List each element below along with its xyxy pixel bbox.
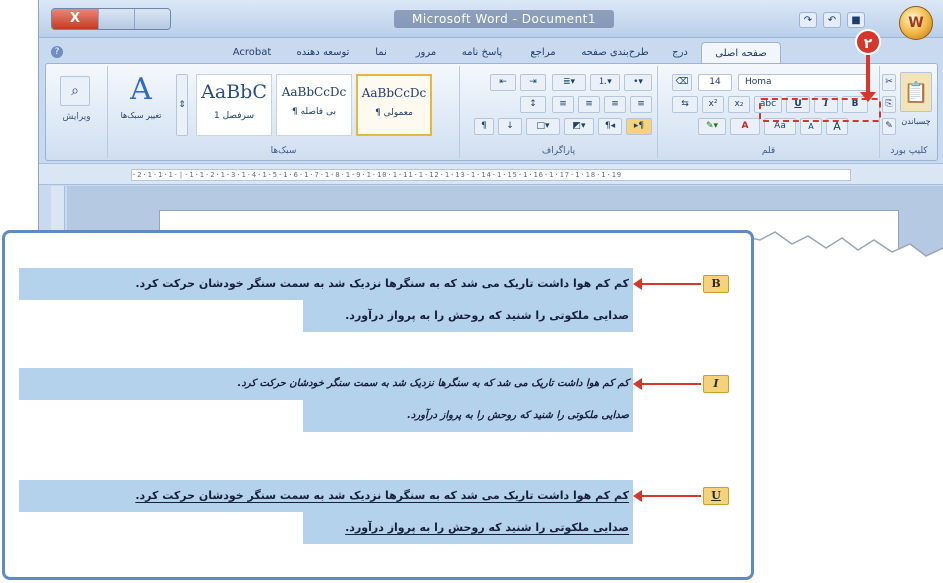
zoom-panel: B کم کم هوا داشت تاریک می شد که به سنگره…	[2, 230, 754, 580]
bold-line-1: کم کم هوا داشت تاریک می شد که به سنگرها …	[19, 268, 633, 300]
italic-line-1: کم کم هوا داشت تاریک می شد که به سنگرها …	[19, 368, 633, 400]
underline-line-2: صدایی ملکوتی را شنید که روحش را به پرواز…	[303, 512, 633, 544]
underline-line-2-text: صدایی ملکوتی را شنید که روحش را به پرواز…	[345, 521, 629, 534]
underline-marker: U	[703, 487, 729, 505]
bold-marker: B	[703, 275, 729, 293]
underline-pointer	[633, 490, 701, 502]
italic-pointer	[633, 378, 701, 390]
italic-line-2: صدایی ملکوتی را شنید که روحش را به پرواز…	[303, 400, 633, 432]
underline-line-1-text: کم کم هوا داشت تاریک می شد که به سنگرها …	[135, 489, 629, 502]
bold-pointer	[633, 278, 701, 290]
underline-line-1: کم کم هوا داشت تاریک می شد که به سنگرها …	[19, 480, 633, 512]
bold-line-2: صدایی ملکوتی را شنید که روحش را به پرواز…	[303, 300, 633, 332]
italic-marker: I	[703, 375, 729, 393]
